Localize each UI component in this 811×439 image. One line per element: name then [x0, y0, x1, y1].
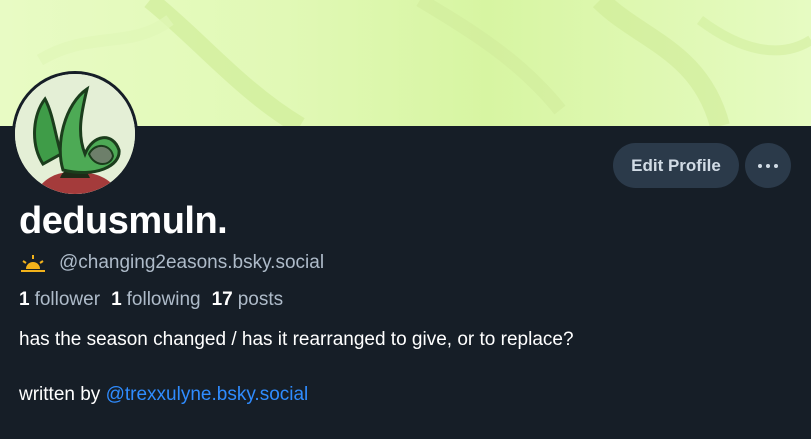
posts-label: posts	[237, 289, 284, 310]
edit-profile-button[interactable]: Edit Profile	[613, 143, 739, 188]
followers-link[interactable]: 1 follower	[19, 289, 100, 311]
bio-line: has the season changed / has it rearrang…	[19, 329, 574, 350]
avatar[interactable]	[12, 71, 138, 197]
sun-icon	[21, 255, 45, 272]
posts-count: 17	[211, 289, 233, 310]
more-dot	[774, 163, 778, 168]
following-count: 1	[111, 289, 122, 310]
display-name: dedusmuln.	[19, 200, 228, 242]
more-horizontal-icon	[758, 163, 762, 168]
more-options-button[interactable]	[745, 143, 791, 188]
bio-credit-prefix: written by	[19, 384, 101, 405]
handle-row: @changing2easons.bsky.social	[19, 252, 324, 274]
profile-stats: 1 follower 1 following 17 posts	[19, 289, 294, 311]
more-dot	[766, 163, 770, 168]
followers-count: 1	[19, 289, 30, 310]
profile-handle[interactable]: @changing2easons.bsky.social	[59, 252, 324, 274]
posts-stat: 17 posts	[212, 289, 284, 311]
followers-label: follower	[34, 289, 101, 310]
bio-credit: written by @trexxulyne.bsky.social	[19, 384, 308, 406]
following-link[interactable]: 1 following	[111, 289, 201, 311]
bio-mention-link[interactable]: @trexxulyne.bsky.social	[106, 384, 309, 405]
following-label: following	[126, 289, 201, 310]
avatar-image	[15, 74, 135, 194]
